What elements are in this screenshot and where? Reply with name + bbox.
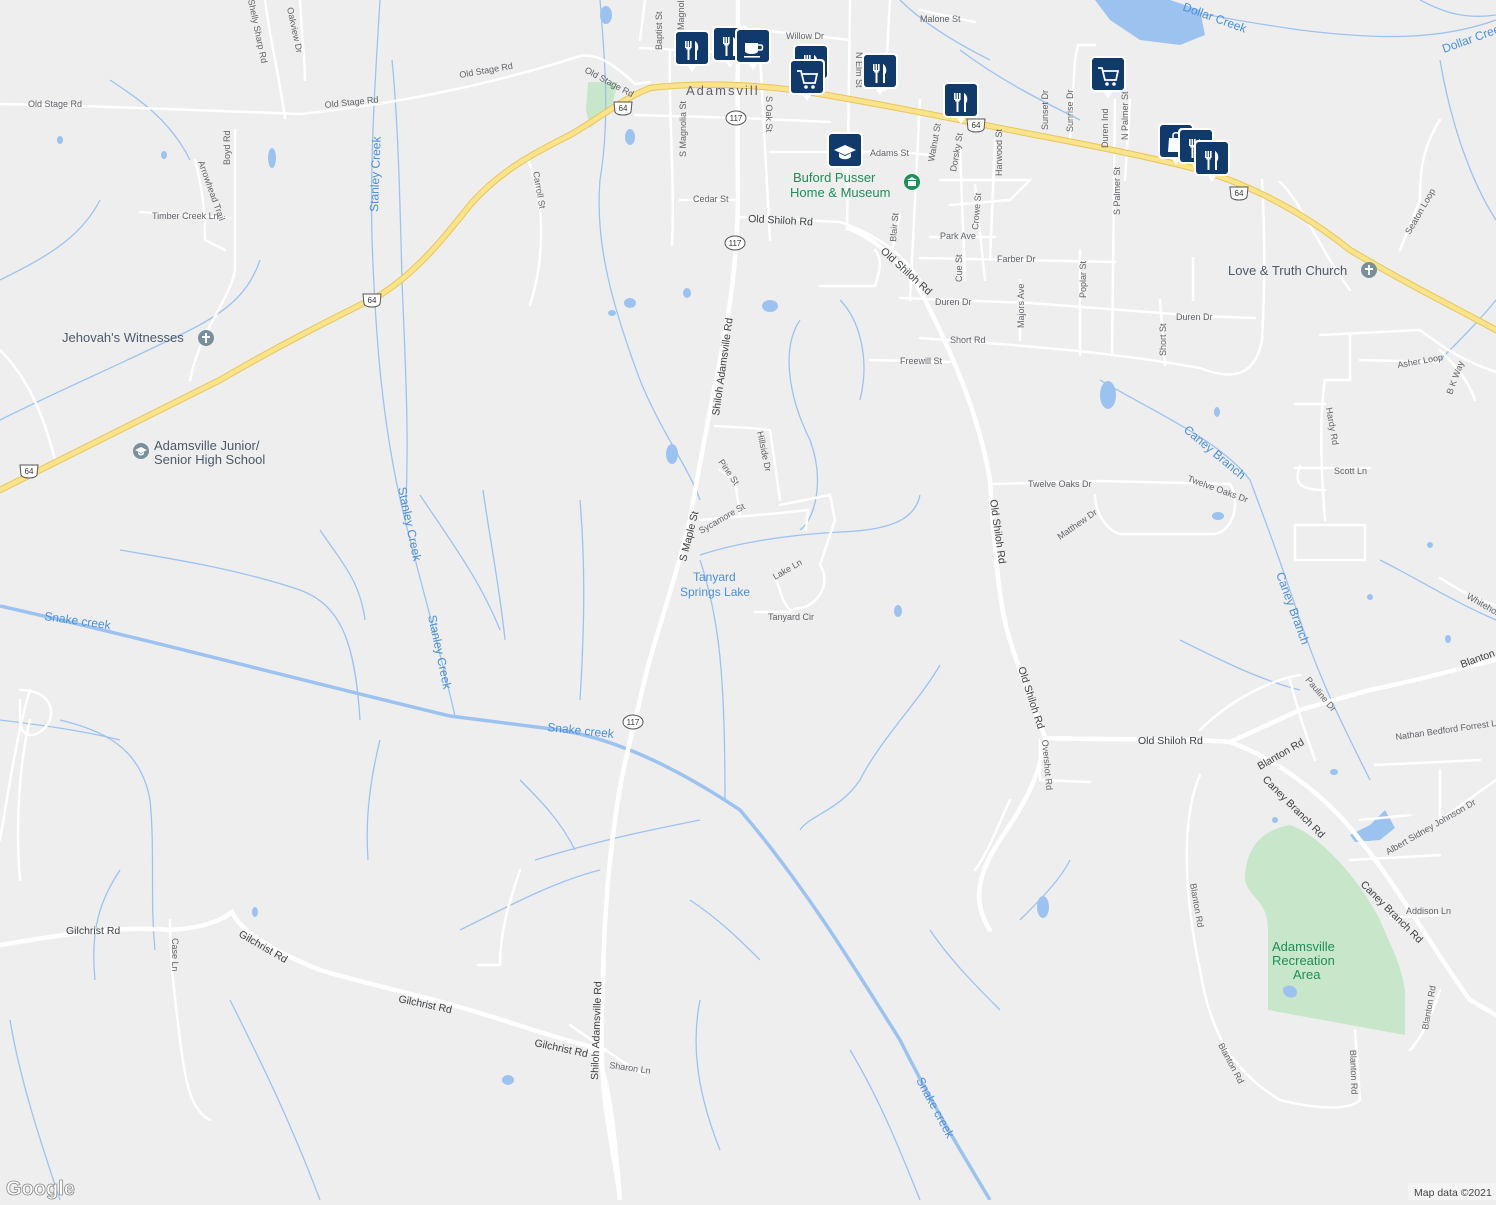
land-background [0, 0, 1496, 1200]
duren-ind-label: Duren Ind [1100, 108, 1110, 148]
short-rd-label: Short Rd [950, 335, 986, 345]
magnolia-top-label: Magnolia [676, 0, 686, 30]
museum-icon[interactable] [904, 174, 920, 190]
freewill-st-label: Freewill St [900, 356, 943, 366]
us64-shield-east: 64 [966, 118, 986, 133]
us64-shield-west: 64 [19, 464, 39, 479]
short-st-label: Short St [1158, 323, 1168, 356]
church-icon-love-truth[interactable] [1361, 262, 1377, 278]
rec-area-label-2: Recreation [1272, 953, 1335, 968]
adams-st-label: Adams St [870, 148, 910, 158]
tanyard-cir-label: Tanyard Cir [768, 612, 814, 622]
rec-area-label-1: Adamsville [1272, 939, 1335, 954]
scott-ln-label: Scott Ln [1334, 466, 1367, 476]
sunrise-dr-label: Sunrise Dr [1065, 89, 1075, 132]
restaurant-marker[interactable] [862, 53, 898, 95]
tanyard-lake-label-1: Tanyard [693, 570, 736, 584]
restaurant-marker[interactable] [1194, 140, 1230, 182]
case-ln-label: Case Ln [170, 938, 180, 972]
addison-ln-label: Addison Ln [1406, 906, 1451, 916]
baptist-st-label: Baptist St [654, 11, 664, 50]
harwood-st-label: Harwood St [994, 128, 1004, 176]
svg-text:117: 117 [730, 114, 743, 123]
tn117-shield-mid: 117 [724, 235, 746, 251]
s-magnolia-st-label: S Magnolia St [678, 100, 688, 157]
sunset-dr-label: Sunset Dr [1040, 90, 1050, 130]
malone-st-label: Malone St [920, 14, 961, 24]
park-ave-label: Park Ave [940, 231, 976, 241]
restaurant-marker[interactable] [943, 82, 979, 124]
map-viewport[interactable]: 64 64 64 64 64 117 117 117 Stanley Creek… [0, 0, 1496, 1203]
school-label-2: Senior High School [154, 452, 265, 467]
us64-shield-far-east: 64 [1229, 186, 1249, 201]
map-credit: Map data ©2021 [1408, 1183, 1496, 1200]
us64-shield-mid: 64 [362, 293, 382, 308]
willow-dr-label: Willow Dr [786, 31, 824, 41]
svg-text:Map data ©2021: Map data ©2021 [1414, 1187, 1492, 1199]
jehovahs-witnesses-label: Jehovah's Witnesses [62, 330, 184, 345]
svg-text:64: 64 [972, 121, 981, 130]
timber-creek-ln-label: Timber Creek Ln [152, 211, 219, 221]
svg-text:64: 64 [368, 296, 377, 305]
grocery-marker[interactable] [789, 59, 825, 101]
svg-text:64: 64 [619, 104, 628, 113]
school-icon-small[interactable] [133, 443, 149, 459]
majors-ave-label: Majors Ave [1016, 284, 1026, 328]
old-stage-rd-label-3: Old Stage Rd [28, 99, 82, 109]
s-oak-st-label: S Oak St [764, 96, 774, 133]
town-label: Adamsvill [686, 83, 760, 98]
restaurant-marker[interactable] [674, 30, 710, 72]
cafe-marker[interactable] [735, 28, 771, 70]
old-shiloh-rd-label-5: Old Shiloh Rd [1138, 735, 1203, 747]
map-canvas[interactable]: 64 64 64 64 64 117 117 117 Stanley Creek… [0, 0, 1496, 1203]
farber-dr-label: Farber Dr [997, 254, 1036, 264]
duren-dr-label-1: Duren Dr [935, 297, 972, 307]
buford-pusser-label-1: Buford Pusser [793, 170, 876, 185]
svg-text:117: 117 [729, 239, 742, 248]
gilchrist-rd-label-1: Gilchrist Rd [66, 925, 120, 937]
cue-st-label: Cue St [954, 254, 964, 282]
s-palmer-st-label: S Palmer St [1112, 166, 1122, 215]
tn117-shield-north: 117 [725, 110, 747, 126]
duren-dr-label-2: Duren Dr [1176, 312, 1213, 322]
svg-text:117: 117 [627, 718, 640, 727]
buford-pusser-label-2: Home & Museum [790, 185, 890, 200]
svg-text:64: 64 [25, 467, 34, 476]
blanton-rd-label-vert: Blanton Rd [1348, 1050, 1360, 1095]
stanley-creek-label-north: Stanley Creek [367, 135, 384, 212]
grocery-marker[interactable] [1090, 56, 1126, 98]
cedar-st-label: Cedar St [693, 194, 729, 204]
google-logo: Google [6, 1178, 75, 1200]
tanyard-lake-label-2: Springs Lake [680, 585, 750, 599]
boyd-rd-label: Boyd Rd [222, 130, 232, 165]
twelve-oaks-dr-label-1: Twelve Oaks Dr [1028, 479, 1092, 489]
rec-area-label-3: Area [1293, 967, 1321, 982]
school-label-1: Adamsville Junior/ [154, 438, 260, 453]
church-icon-jehovah[interactable] [198, 330, 214, 346]
svg-text:64: 64 [1235, 189, 1244, 198]
poplar-st-label: Poplar St [1078, 260, 1088, 298]
school-marker[interactable] [827, 132, 863, 174]
n-palmer-st-label: N Palmer St [1120, 91, 1130, 140]
us64-shield-town: 64 [613, 101, 633, 116]
love-truth-church-label: Love & Truth Church [1228, 263, 1347, 278]
tn117-shield-south: 117 [622, 714, 644, 730]
